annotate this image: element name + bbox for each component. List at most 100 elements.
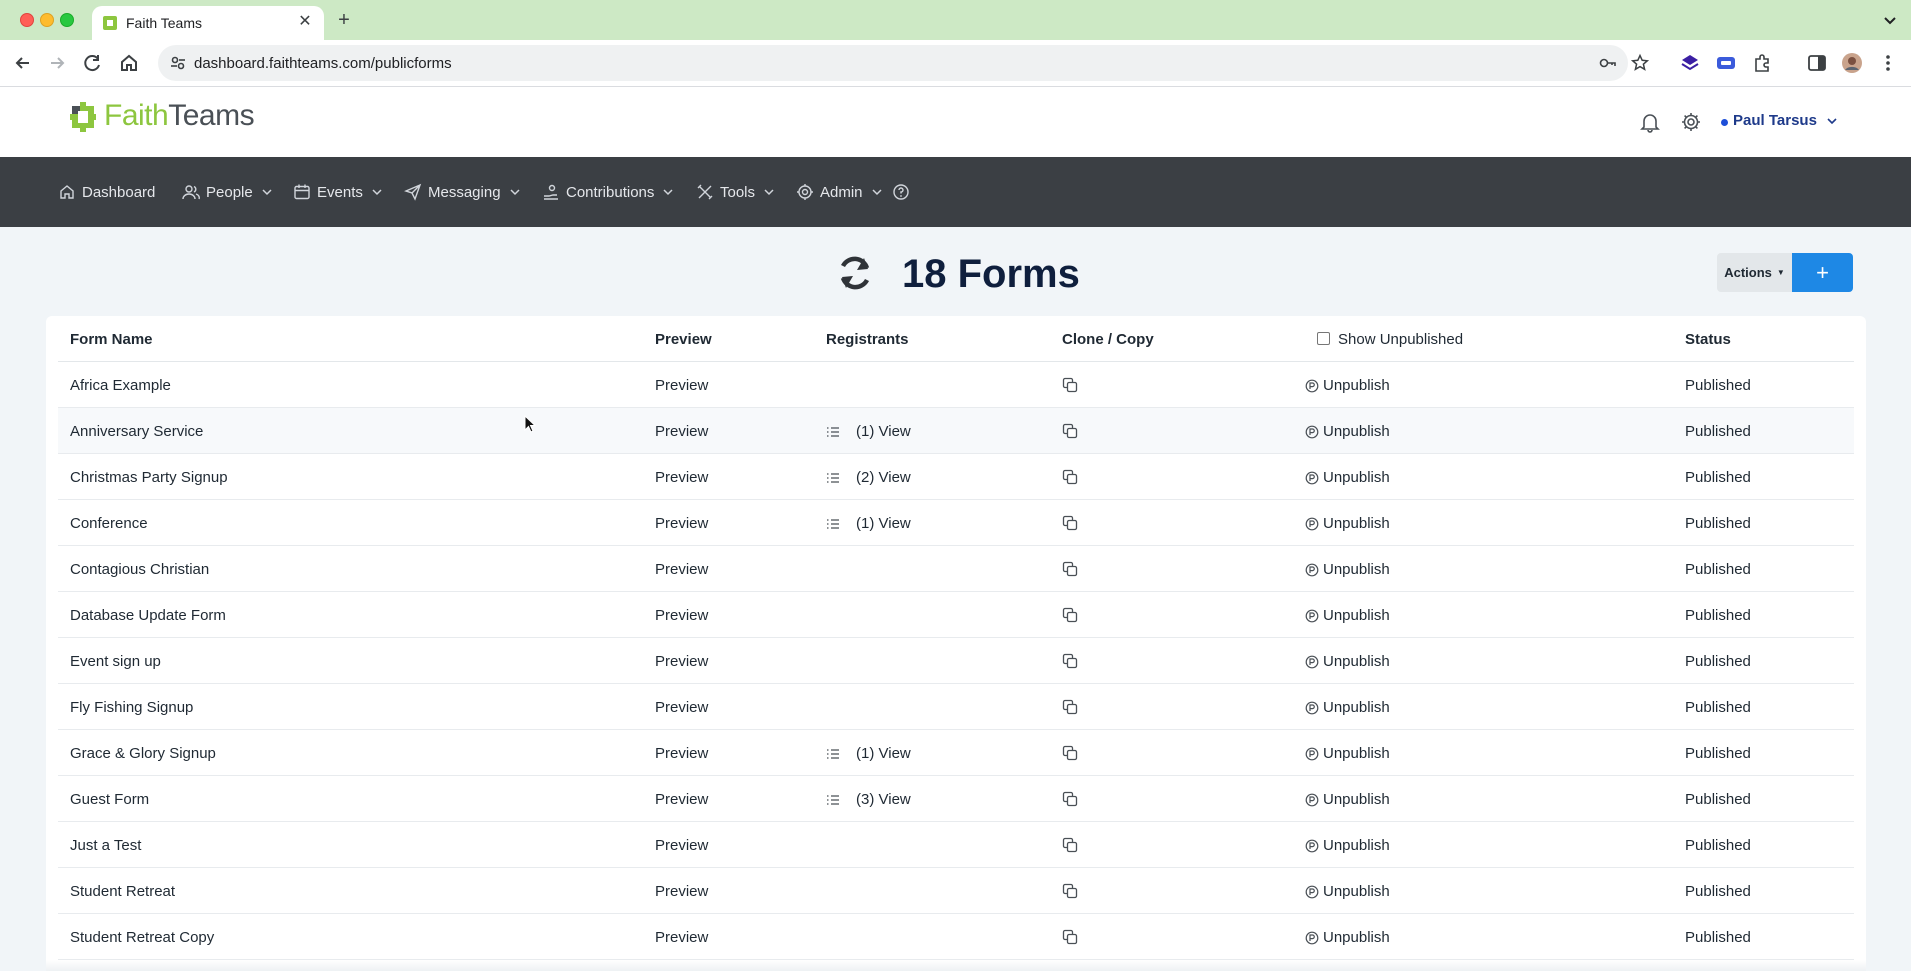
tab-search-chevron-icon[interactable]: [1879, 9, 1901, 31]
unpublish-button[interactable]: Unpublish: [1305, 745, 1390, 762]
window-close-button[interactable]: [20, 13, 34, 27]
registrants-view-link[interactable]: (2) View: [826, 469, 911, 486]
form-name-link[interactable]: Contagious Christian: [70, 561, 209, 578]
clone-copy-icon[interactable]: [1062, 469, 1078, 485]
form-name-link[interactable]: Just a Test: [70, 837, 141, 854]
clone-copy-icon[interactable]: [1062, 561, 1078, 577]
window-zoom-button[interactable]: [60, 13, 74, 27]
tab-close-icon[interactable]: ✕: [294, 11, 316, 33]
window-minimize-button[interactable]: [40, 13, 54, 27]
preview-link[interactable]: Preview: [655, 791, 708, 808]
clone-copy-icon[interactable]: [1062, 929, 1078, 945]
nav-item-tools[interactable]: Tools: [696, 181, 775, 203]
unpublish-button[interactable]: Unpublish: [1305, 469, 1390, 486]
clone-copy-icon[interactable]: [1062, 423, 1078, 439]
unpublish-button[interactable]: Unpublish: [1305, 561, 1390, 578]
preview-link[interactable]: Preview: [655, 607, 708, 624]
registrants-view-link[interactable]: (1) View: [826, 745, 911, 762]
form-name-link[interactable]: Event sign up: [70, 653, 161, 670]
site-info-icon[interactable]: [168, 53, 188, 73]
user-menu[interactable]: Paul Tarsus: [1733, 112, 1817, 129]
clone-copy-icon[interactable]: [1062, 791, 1078, 807]
side-panel-icon[interactable]: [1805, 51, 1829, 75]
column-header-status[interactable]: Status: [1685, 331, 1731, 348]
nav-item-people[interactable]: People: [182, 181, 273, 203]
preview-link[interactable]: Preview: [655, 469, 708, 486]
unpublish-button[interactable]: Unpublish: [1305, 699, 1390, 716]
clone-copy-icon[interactable]: [1062, 515, 1078, 531]
faithteams-logo[interactable]: FaithTeams: [104, 99, 255, 133]
form-name-link[interactable]: Guest Form: [70, 791, 149, 808]
show-unpublished-checkbox[interactable]: [1317, 332, 1330, 345]
password-key-icon[interactable]: [1598, 53, 1618, 73]
nav-item-contributions[interactable]: Contributions: [542, 181, 674, 203]
browser-tab[interactable]: Faith Teams ✕: [92, 6, 324, 40]
unpublish-button[interactable]: Unpublish: [1305, 929, 1390, 946]
column-header-form-name[interactable]: Form Name: [70, 331, 153, 348]
clone-copy-icon[interactable]: [1062, 699, 1078, 715]
preview-link[interactable]: Preview: [655, 423, 708, 440]
clone-copy-icon[interactable]: [1062, 653, 1078, 669]
unpublish-button[interactable]: Unpublish: [1305, 607, 1390, 624]
registrants-view-link[interactable]: (1) View: [826, 423, 911, 440]
nav-help[interactable]: [892, 181, 916, 203]
clone-copy-icon[interactable]: [1062, 377, 1078, 393]
nav-item-events[interactable]: Events: [293, 181, 383, 203]
preview-link[interactable]: Preview: [655, 653, 708, 670]
extension-badge-icon[interactable]: [1714, 51, 1738, 75]
preview-link[interactable]: Preview: [655, 377, 708, 394]
faithteams-logo-icon[interactable]: [70, 102, 96, 132]
unpublish-button[interactable]: Unpublish: [1305, 515, 1390, 532]
home-icon[interactable]: [116, 50, 142, 76]
form-name-link[interactable]: Anniversary Service: [70, 423, 203, 440]
new-tab-icon[interactable]: +: [333, 9, 355, 31]
show-unpublished-toggle[interactable]: Show Unpublished: [1317, 331, 1463, 348]
form-name-link[interactable]: Grace & Glory Signup: [70, 745, 216, 762]
preview-link[interactable]: Preview: [655, 745, 708, 762]
unpublish-button[interactable]: Unpublish: [1305, 883, 1390, 900]
reload-icon[interactable]: [80, 50, 106, 76]
preview-link[interactable]: Preview: [655, 883, 708, 900]
unpublish-button[interactable]: Unpublish: [1305, 653, 1390, 670]
form-name-link[interactable]: Fly Fishing Signup: [70, 699, 193, 716]
nav-item-admin[interactable]: Admin: [796, 181, 883, 203]
preview-link[interactable]: Preview: [655, 929, 708, 946]
preview-link[interactable]: Preview: [655, 515, 708, 532]
notifications-bell-icon[interactable]: [1639, 111, 1661, 133]
actions-dropdown-button[interactable]: Actions ▼: [1717, 253, 1792, 292]
extensions-puzzle-icon[interactable]: [1750, 51, 1774, 75]
nav-label: Contributions: [566, 183, 655, 201]
unpublish-button[interactable]: Unpublish: [1305, 791, 1390, 808]
unpublish-button[interactable]: Unpublish: [1305, 423, 1390, 440]
clone-copy-icon[interactable]: [1062, 837, 1078, 853]
preview-link[interactable]: Preview: [655, 561, 708, 578]
clone-copy-icon[interactable]: [1062, 607, 1078, 623]
form-name-link[interactable]: Africa Example: [70, 377, 171, 394]
nav-item-messaging[interactable]: Messaging: [404, 181, 521, 203]
bookmark-star-icon[interactable]: [1630, 53, 1650, 73]
back-arrow-icon[interactable]: [10, 50, 36, 76]
form-name-link[interactable]: Conference: [70, 515, 148, 532]
settings-gear-icon[interactable]: [1680, 111, 1702, 133]
form-name-link[interactable]: Student Retreat Copy: [70, 929, 214, 946]
clone-copy-icon[interactable]: [1062, 883, 1078, 899]
profile-avatar-icon[interactable]: [1840, 51, 1864, 75]
extension-layers-icon[interactable]: [1678, 51, 1702, 75]
forward-arrow-icon[interactable]: [44, 50, 70, 76]
unpublish-button[interactable]: Unpublish: [1305, 377, 1390, 394]
refresh-icon[interactable]: [834, 252, 876, 294]
form-name-link[interactable]: Christmas Party Signup: [70, 469, 228, 486]
registrants-view-link[interactable]: (1) View: [826, 515, 911, 532]
clone-copy-icon[interactable]: [1062, 745, 1078, 761]
preview-link[interactable]: Preview: [655, 699, 708, 716]
address-bar[interactable]: dashboard.faithteams.com/publicforms: [158, 45, 1650, 81]
unpublish-button[interactable]: Unpublish: [1305, 837, 1390, 854]
browser-menu-icon[interactable]: [1876, 51, 1900, 75]
form-name-link[interactable]: Database Update Form: [70, 607, 226, 624]
chevron-down-icon[interactable]: [1826, 115, 1838, 127]
preview-link[interactable]: Preview: [655, 837, 708, 854]
add-form-button[interactable]: +: [1792, 253, 1853, 292]
registrants-view-link[interactable]: (3) View: [826, 791, 911, 808]
nav-item-dashboard[interactable]: Dashboard: [58, 181, 155, 203]
form-name-link[interactable]: Student Retreat: [70, 883, 175, 900]
